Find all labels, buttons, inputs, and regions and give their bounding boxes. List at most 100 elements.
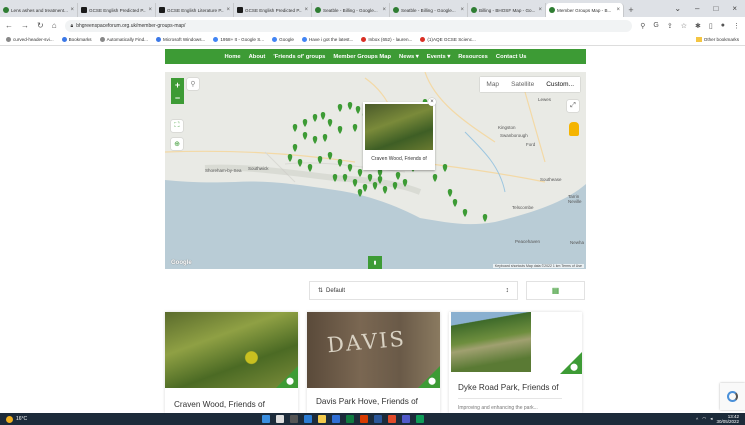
map-pin-marker[interactable] (297, 159, 303, 167)
app-icon[interactable] (416, 415, 424, 423)
close-icon[interactable]: × (428, 98, 436, 106)
bookmark-item[interactable]: curved-header-svi... (6, 37, 54, 42)
tab-search-icon[interactable]: ⌄ (674, 4, 681, 13)
translate-icon[interactable]: G (653, 22, 658, 30)
tray-chevron-icon[interactable]: ^ (696, 417, 698, 422)
map-pin-marker[interactable] (355, 106, 361, 114)
browser-tab[interactable]: GCSE English Predicted P... × (78, 3, 156, 17)
nav-contact[interactable]: Contact Us (496, 54, 527, 60)
sort-select[interactable]: ⇅ Default ↕ (309, 281, 518, 300)
group-card[interactable]: ⬤ Craven Wood, Friends of (165, 312, 298, 413)
zoom-out-button[interactable]: − (175, 93, 180, 103)
close-icon[interactable]: × (460, 7, 464, 13)
star-icon[interactable]: ☆ (681, 22, 687, 30)
map-pin-marker[interactable] (442, 164, 448, 172)
bookmark-item[interactable]: Bookmarks (61, 37, 92, 42)
map-pin-marker[interactable] (317, 156, 323, 164)
nav-resources[interactable]: Resources (458, 54, 488, 60)
weather-widget[interactable]: 16°C (0, 415, 27, 423)
map-pin-marker[interactable] (322, 134, 328, 142)
browser-tab[interactable]: GCSE English Literature P... × (156, 3, 234, 17)
map-pin-marker[interactable] (307, 164, 313, 172)
map-pin-marker[interactable] (357, 189, 363, 197)
forward-icon[interactable]: → (21, 21, 29, 30)
map-pin-marker[interactable] (287, 154, 293, 162)
profile-icon[interactable]: ● (721, 22, 725, 30)
magnifier-icon[interactable]: ⚲ (187, 78, 199, 90)
wifi-icon[interactable]: ◠ (702, 416, 706, 422)
nav-events[interactable]: Events ▾ (427, 54, 451, 60)
expand-icon[interactable]: ⤢ (567, 100, 579, 112)
nav-home[interactable]: Home (224, 54, 240, 60)
recaptcha-badge[interactable] (720, 383, 745, 410)
map-pin-marker[interactable] (347, 102, 353, 110)
close-icon[interactable]: × (304, 7, 308, 13)
chrome-icon[interactable] (388, 415, 396, 423)
map-pin-marker[interactable] (447, 189, 453, 197)
excel-icon[interactable] (346, 415, 354, 423)
mail-icon[interactable] (332, 415, 340, 423)
map-pin-marker[interactable] (327, 119, 333, 127)
map-pin-marker[interactable] (362, 184, 368, 192)
nav-friends-groups[interactable]: 'Friends of' groups (273, 54, 325, 60)
close-icon[interactable]: × (70, 7, 74, 13)
map-type-satellite[interactable]: Satellite (505, 81, 540, 88)
card-title[interactable]: Davis Park Hove, Friends of (316, 397, 418, 406)
map-pin-marker[interactable] (377, 176, 383, 184)
clock[interactable]: 13:42 30/05/2022 (716, 414, 739, 424)
map-pin-marker[interactable] (312, 114, 318, 122)
card-title[interactable]: Craven Wood, Friends of (174, 400, 265, 409)
bookmark-item[interactable]: Inbox (652) - lauren... (361, 37, 412, 42)
map-pin-marker[interactable] (402, 179, 408, 187)
map-pin-marker[interactable] (337, 126, 343, 134)
location-icon[interactable]: ⚲ (640, 22, 645, 30)
nav-about[interactable]: About (249, 54, 266, 60)
file-explorer-icon[interactable] (318, 415, 326, 423)
map-pin-marker[interactable] (352, 124, 358, 132)
browser-tab[interactable]: Billing - BHOSF Map - Go... × (468, 3, 546, 17)
map-pin-marker[interactable] (352, 179, 358, 187)
bookmark-item[interactable]: Google (272, 37, 294, 42)
word-icon[interactable] (374, 415, 382, 423)
map-pin-marker[interactable] (320, 112, 326, 120)
map-pin-marker[interactable] (382, 186, 388, 194)
back-icon[interactable]: ← (5, 21, 13, 30)
home-icon[interactable]: ⌂ (52, 21, 57, 30)
browser-tab[interactable]: Seatble - Billing - Google... × (390, 3, 468, 17)
extensions-icon[interactable]: ✱ (695, 22, 701, 30)
bookmark-item[interactable]: (1)AQE GCSE Scienc... (420, 37, 476, 42)
map-pin-marker[interactable] (332, 174, 338, 182)
map-type-map[interactable]: Map (480, 81, 505, 88)
browser-tab[interactable]: Lens ashes and treatment... × (0, 3, 78, 17)
nav-member-groups-map[interactable]: Member Groups Map (333, 54, 391, 60)
nav-news[interactable]: News ▾ (399, 54, 419, 60)
map-pin-marker[interactable] (395, 172, 401, 180)
map-pin-marker[interactable] (302, 119, 308, 127)
map-pin-marker[interactable] (367, 174, 373, 182)
windows-start-icon[interactable] (262, 415, 270, 423)
map-pin-marker[interactable] (327, 152, 333, 160)
bookmark-item[interactable]: Have i got the latest... (301, 37, 353, 42)
locate-icon[interactable]: ⊕ (171, 138, 183, 150)
map-info-popup[interactable]: Craven Wood, Friends of × (363, 98, 436, 170)
close-icon[interactable]: × (616, 7, 620, 13)
close-icon[interactable]: × (382, 7, 386, 13)
close-icon[interactable]: × (148, 7, 152, 13)
browser-tab[interactable]: GCSE English Predicted P... × (234, 3, 312, 17)
edge-icon[interactable] (304, 415, 312, 423)
share-icon[interactable]: ⇪ (667, 22, 673, 30)
fullscreen-icon[interactable]: ⛶ (171, 120, 183, 132)
task-view-icon[interactable] (290, 415, 298, 423)
group-card[interactable]: ⬤ Dyke Road Park, Friends of Improving a… (449, 312, 582, 413)
maximize-icon[interactable]: □ (713, 4, 718, 13)
menu-icon[interactable]: ⋮ (733, 22, 740, 30)
map-pin-marker[interactable] (337, 159, 343, 167)
sidebar-icon[interactable]: ▯ (709, 22, 713, 30)
street-view-pegman-icon[interactable] (569, 122, 579, 136)
reload-icon[interactable]: ↻ (37, 21, 44, 30)
bookmark-item[interactable]: Microsoft Windows... (155, 37, 205, 42)
map-pin-marker[interactable] (462, 209, 468, 217)
member-groups-map[interactable]: + − ⚲ ⛶ ⊕ Map Satellite Custom... ⤢ Lewe… (165, 72, 586, 269)
map-pin-marker[interactable] (432, 174, 438, 182)
bookmark-item[interactable]: Automatically Find... (99, 37, 148, 42)
